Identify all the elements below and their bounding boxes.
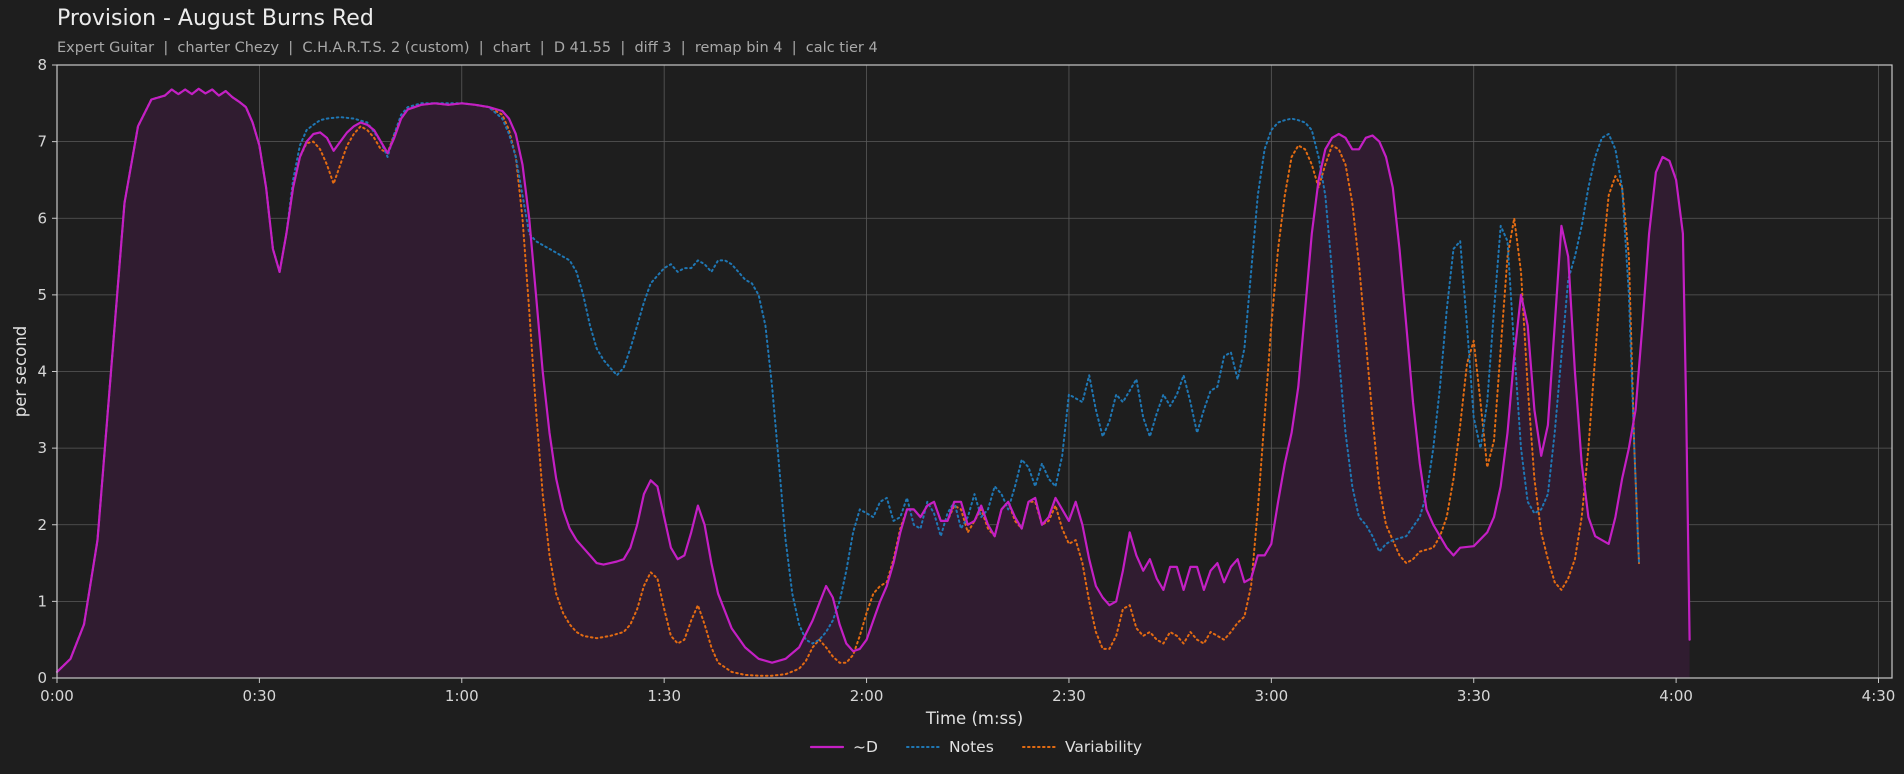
x-tick-label-3: 1:30 <box>647 687 681 705</box>
y-tick-label-2: 2 <box>37 516 47 534</box>
x-tick-label-1: 0:30 <box>243 687 277 705</box>
x-tick-label-6: 3:00 <box>1254 687 1288 705</box>
y-tick-label-5: 5 <box>37 286 47 304</box>
legend: ~D Notes Variability <box>809 738 1142 756</box>
d-area-fill <box>57 88 1690 679</box>
y-tick-label-8: 8 <box>37 56 47 74</box>
x-tick-label-7: 3:30 <box>1457 687 1491 705</box>
x-tick-label-8: 4:00 <box>1659 687 1693 705</box>
y-tick-label-3: 3 <box>37 439 47 457</box>
legend-label-d: ~D <box>853 738 878 756</box>
y-tick-label-6: 6 <box>37 209 47 227</box>
y-tick-label-4: 4 <box>37 363 47 381</box>
x-tick-label-9: 4:30 <box>1862 687 1896 705</box>
legend-label-notes: Notes <box>949 738 994 756</box>
x-axis-ticks: 0:00 0:30 1:00 1:30 2:00 2:30 3:00 3:30 4:00 4:30 <box>40 678 1895 705</box>
legend-label-variability: Variability <box>1065 738 1142 756</box>
d-area <box>57 88 1690 679</box>
x-tick-label-2: 1:00 <box>445 687 479 705</box>
chart-canvas: 0:00 0:30 1:00 1:30 2:00 2:30 3:00 3:30 4:00 4:30… <box>11 56 1895 756</box>
y-axis-ticks: 0 1 2 3 4 5 6 7 8 <box>37 56 57 687</box>
y-axis-label: per second <box>11 326 30 418</box>
x-tick-label-4: 2:00 <box>850 687 884 705</box>
y-tick-label-7: 7 <box>37 133 47 151</box>
x-axis-label: Time (m:ss) <box>925 709 1023 728</box>
x-tick-label-5: 2:30 <box>1052 687 1086 705</box>
x-tick-label-0: 0:00 <box>40 687 74 705</box>
y-tick-label-0: 0 <box>37 669 47 687</box>
y-tick-label-1: 1 <box>37 592 47 610</box>
